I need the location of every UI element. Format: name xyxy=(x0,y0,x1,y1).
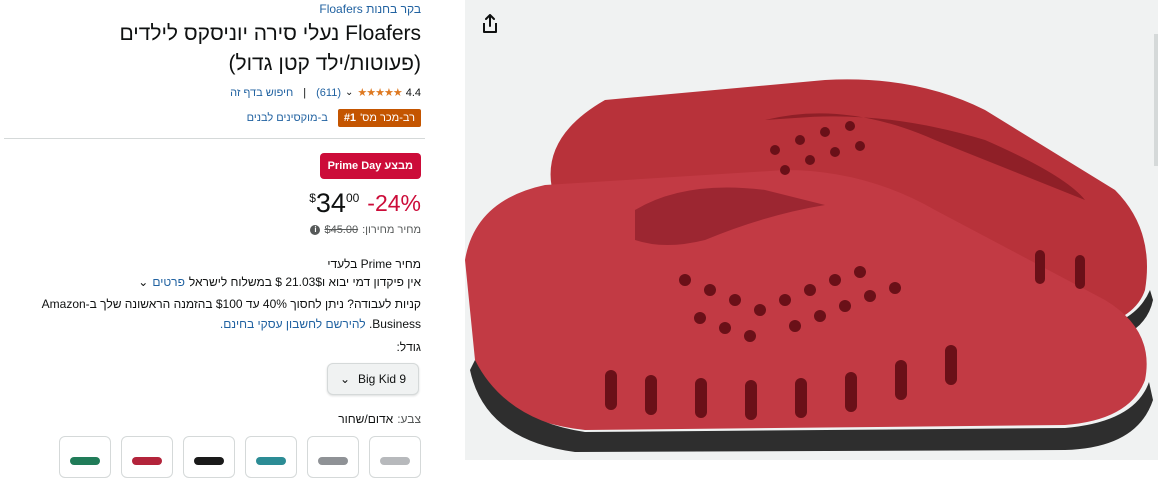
share-button[interactable] xyxy=(476,9,504,39)
deal-badge: מבצע Prime Day xyxy=(319,153,421,179)
price: $ 34 00 xyxy=(309,186,359,220)
swatch-fill xyxy=(194,457,224,465)
swatch-fill xyxy=(380,457,410,465)
store-link[interactable]: בקר בחנות Floafers xyxy=(319,2,421,16)
business-signup-link[interactable]: להירשם לחשבון עסקי בחינם. xyxy=(220,317,366,331)
color-swatch[interactable] xyxy=(307,436,359,478)
size-label: גודל: xyxy=(396,340,421,354)
bestseller-rank: #1 xyxy=(343,112,357,124)
color-swatch[interactable] xyxy=(369,436,421,478)
color-swatches xyxy=(59,436,421,478)
size-dropdown[interactable]: ⌄ Big Kid 9 xyxy=(327,363,419,395)
color-row: צבע: אדום/שחור xyxy=(338,412,421,426)
swatch-fill xyxy=(132,457,162,465)
color-value: אדום/שחור xyxy=(338,412,394,426)
list-price-label: מחיר מחירון: xyxy=(362,224,421,236)
share-icon xyxy=(483,14,497,33)
color-swatch[interactable] xyxy=(121,436,173,478)
shipping-row: אין פיקדון דמי יבוא ו21.03$ $ במשלוח ליש… xyxy=(138,275,421,289)
price-currency: $ xyxy=(309,191,316,205)
bestseller-row: רב-מכר מס' #1 ב-מוקסינים לבנים xyxy=(247,109,421,127)
rating-value: 4.4 xyxy=(405,86,421,99)
price-fraction: 00 xyxy=(345,191,360,205)
bestseller-badge[interactable]: רב-מכר מס' #1 xyxy=(337,109,421,127)
ratings-count-link[interactable]: (611) xyxy=(316,87,341,99)
chevron-down-icon[interactable]: ⌄ xyxy=(345,87,353,98)
list-price-row: מחיר מחירון: $45.00 i xyxy=(310,224,421,236)
star-rating-icon[interactable]: ★★★★★ xyxy=(357,86,402,99)
discount-percent: -24% xyxy=(367,190,421,216)
swatch-fill xyxy=(256,457,286,465)
bestseller-label: רב-מכר מס' xyxy=(360,112,415,124)
price-row: -24% $ 34 00 xyxy=(309,186,421,220)
product-info: בקר בחנות Floafers Floafers נעלי סירה יו… xyxy=(0,0,425,478)
shipping-details-link[interactable]: פרטים xyxy=(152,275,185,289)
size-selected: Big Kid 9 xyxy=(358,372,407,386)
chevron-down-icon: ⌄ xyxy=(339,372,351,386)
chevron-down-icon[interactable]: ⌄ xyxy=(138,275,148,289)
bestseller-category-link[interactable]: ב-מוקסינים לבנים xyxy=(247,112,328,124)
list-price-value: $45.00 xyxy=(324,224,359,236)
shoe-image xyxy=(465,79,1153,452)
separator: | xyxy=(303,86,307,99)
product-title: Floafers נעלי סירה יוניסקס לילדים (פעוטו… xyxy=(119,22,421,75)
swatch-fill xyxy=(70,457,100,465)
product-image[interactable] xyxy=(465,0,1158,460)
prime-price-label: מחיר Prime בלעדי xyxy=(327,257,421,271)
divider xyxy=(4,138,425,139)
shipping-text: אין פיקדון דמי יבוא ו21.03$ $ במשלוח ליש… xyxy=(188,275,421,289)
search-page-link[interactable]: חיפוש בדף זה xyxy=(230,87,293,99)
image-scrollbar[interactable] xyxy=(1154,34,1158,166)
color-label: צבע: xyxy=(397,412,421,426)
price-whole: 34 xyxy=(315,188,346,218)
rating-row: 4.4 ★★★★★ ⌄ (611) | חיפוש בדף זה xyxy=(230,86,421,100)
color-swatch[interactable] xyxy=(183,436,235,478)
business-promo: קניות לעבודה? ניתן לחסוך 40% עד $100 בהז… xyxy=(1,294,421,334)
color-swatch[interactable] xyxy=(59,436,111,478)
swatch-fill xyxy=(318,457,348,465)
info-icon[interactable]: i xyxy=(310,225,321,235)
color-swatch[interactable] xyxy=(245,436,297,478)
